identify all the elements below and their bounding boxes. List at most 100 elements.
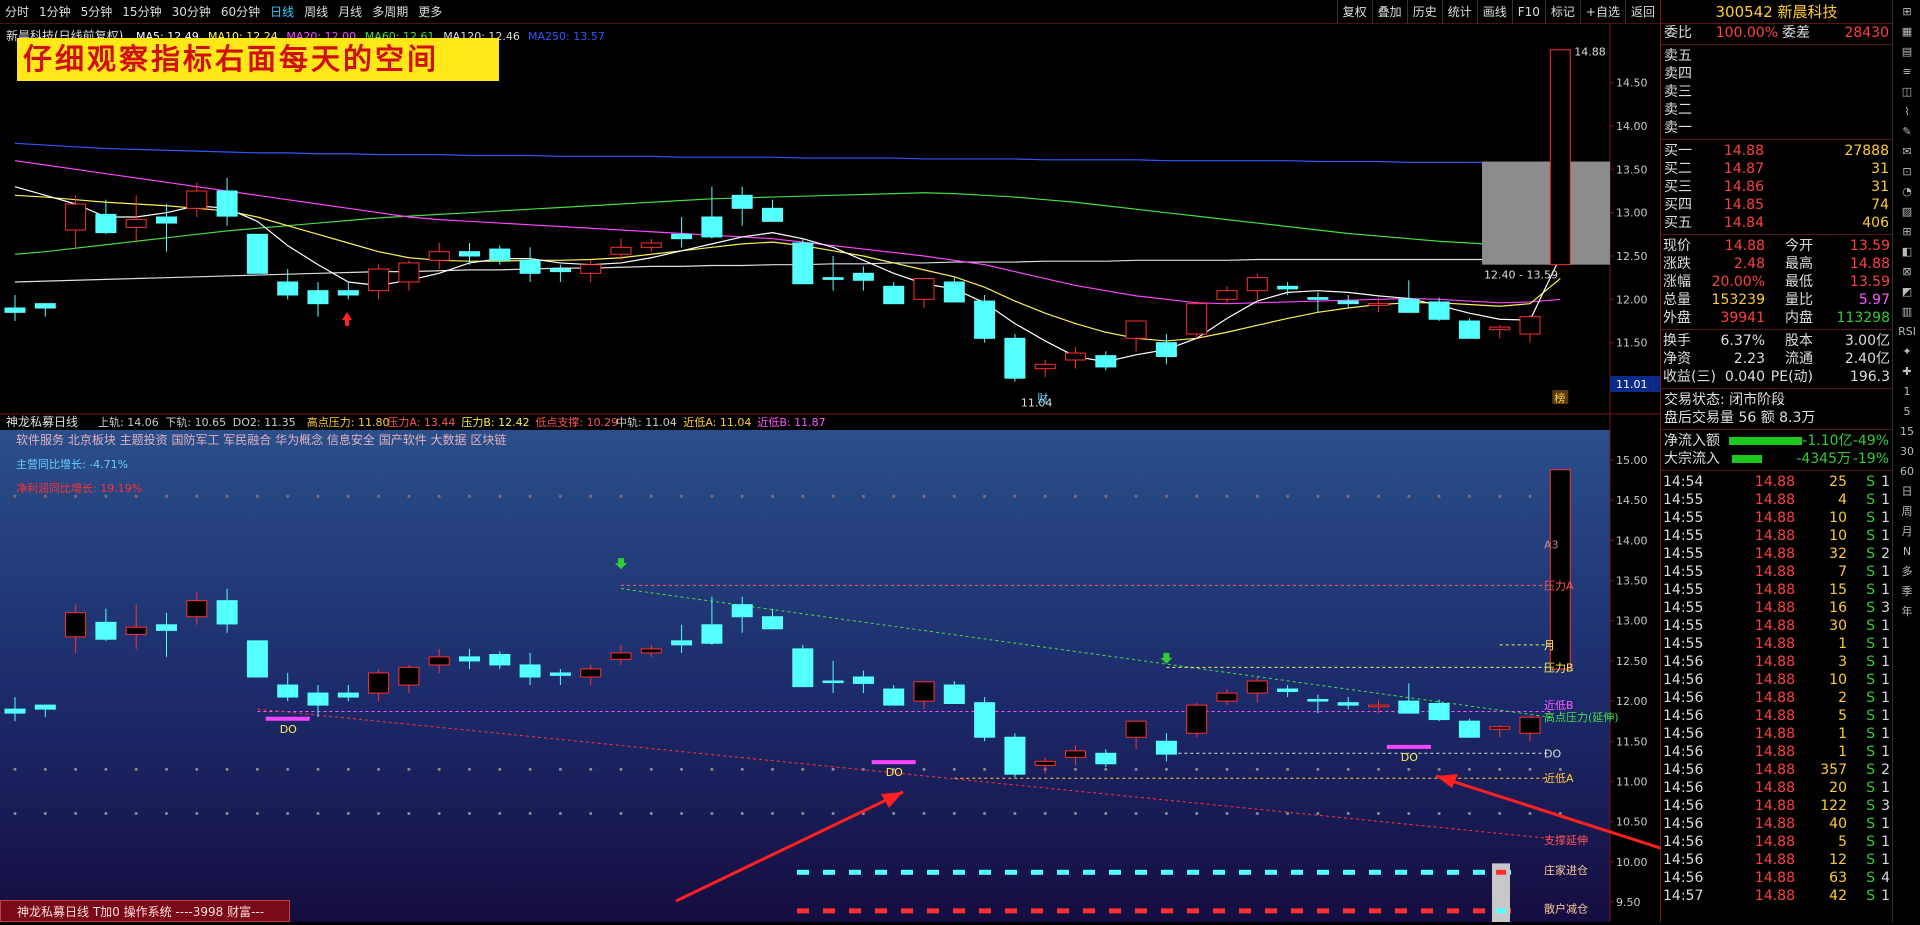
stats-row: 外盘 39941 内盘 113298 bbox=[1661, 309, 1892, 327]
flow-pct: -49% bbox=[1852, 433, 1889, 449]
tool-button-icon[interactable]: 年 bbox=[1895, 604, 1919, 620]
toolbar-button-6[interactable]: 标记 bbox=[1544, 0, 1580, 24]
buy-level-row[interactable]: 买三 14.86 31 bbox=[1661, 178, 1892, 196]
toolbar-button-2[interactable]: 历史 bbox=[1406, 0, 1442, 24]
tick-row: 14:55 14.88 32 S 2 bbox=[1661, 545, 1892, 563]
rail-dot bbox=[710, 812, 714, 816]
tab-period-7[interactable]: 周线 bbox=[299, 0, 333, 24]
after-hours: 盘后交易量 56 额 8.3万 bbox=[1661, 409, 1892, 427]
tool-button-icon[interactable]: ◔ bbox=[1895, 184, 1919, 200]
tool-button-icon[interactable]: 周 bbox=[1895, 504, 1919, 520]
rail-dot bbox=[1407, 494, 1411, 498]
tool-button-icon[interactable]: ▥ bbox=[1895, 304, 1919, 320]
kline-chart-svg[interactable]: 14.5014.0013.5013.0012.5012.0011.50新晨科技(… bbox=[0, 24, 1736, 925]
tool-button-icon[interactable]: 60 bbox=[1895, 464, 1919, 480]
tool-button-icon[interactable]: ⊠ bbox=[1895, 264, 1919, 280]
tool-button-icon[interactable]: ✎ bbox=[1895, 124, 1919, 140]
rail-dot bbox=[680, 494, 684, 498]
rail-dot bbox=[437, 812, 441, 816]
tab-period-0[interactable]: 分时 bbox=[0, 0, 34, 24]
financial-stats: 换手 6.37% 股本 3.00亿 净资 2.23 流通 2.40亿 收益(三) 0.040 PE(… bbox=[1661, 332, 1892, 386]
tab-period-8[interactable]: 月线 bbox=[333, 0, 367, 24]
tool-button-icon[interactable]: ✉ bbox=[1895, 144, 1919, 160]
buy-level-row[interactable]: 买四 14.85 74 bbox=[1661, 196, 1892, 214]
tick-cell: 1 bbox=[1838, 744, 1847, 760]
tick-cell: S bbox=[1866, 852, 1875, 868]
toolbar-button-8[interactable]: 返回 bbox=[1624, 0, 1660, 24]
tool-button-icon[interactable]: 季 bbox=[1895, 584, 1919, 600]
tab-period-6[interactable]: 日线 bbox=[265, 0, 299, 24]
tool-button-icon[interactable]: ⊡ bbox=[1895, 164, 1919, 180]
tick-row: 14:54 14.88 25 S 1 bbox=[1661, 473, 1892, 491]
tool-button-icon[interactable]: ▨ bbox=[1895, 204, 1919, 220]
rail-dot bbox=[771, 767, 774, 771]
tick-cell: 1 bbox=[1881, 780, 1890, 796]
tick-cell: 14:56 bbox=[1663, 762, 1704, 778]
tool-button-icon[interactable]: N bbox=[1895, 544, 1919, 560]
tab-period-2[interactable]: 5分钟 bbox=[76, 0, 118, 24]
tool-button-icon[interactable]: ◧ bbox=[1895, 244, 1919, 260]
retail-reduce-dash bbox=[927, 908, 939, 914]
tab-period-1[interactable]: 1分钟 bbox=[34, 0, 76, 24]
fin-label: 收益(三) bbox=[1663, 369, 1716, 385]
tab-period-5[interactable]: 60分钟 bbox=[216, 0, 265, 24]
tick-list[interactable]: 14:54 14.88 25 S 1 14:55 14.88 4 S 1 14:55 14.88 10 S… bbox=[1661, 473, 1892, 905]
tick-cell: 14:55 bbox=[1663, 636, 1704, 652]
tool-button-icon[interactable]: ≡ bbox=[1895, 64, 1919, 80]
tool-button-icon[interactable]: RSI bbox=[1895, 324, 1919, 340]
tick-cell: S bbox=[1866, 654, 1875, 670]
buy-level-row[interactable]: 买五 14.84 406 bbox=[1661, 214, 1892, 232]
fin-label: 净资 bbox=[1663, 351, 1691, 367]
sell-level-row: 卖五 bbox=[1661, 47, 1892, 65]
toolbar-button-1[interactable]: 叠加 bbox=[1371, 0, 1407, 24]
tool-button-icon[interactable]: ◫ bbox=[1895, 84, 1919, 100]
flow-row: 净流入额 -1.10亿 -49% bbox=[1661, 432, 1892, 450]
rail-dot bbox=[1074, 767, 1077, 771]
rail-dot bbox=[1074, 494, 1077, 498]
tick-cell: 14:56 bbox=[1663, 834, 1704, 850]
buy-level-row[interactable]: 买一 14.88 27888 bbox=[1661, 142, 1892, 160]
upper-candle-body bbox=[1155, 342, 1177, 358]
tool-button-icon[interactable]: ✦ bbox=[1895, 344, 1919, 360]
tool-button-icon[interactable]: 日 bbox=[1895, 484, 1919, 500]
stats-value: 153239 bbox=[1711, 292, 1765, 308]
tool-button-icon[interactable]: 月 bbox=[1895, 524, 1919, 540]
toolbar-button-7[interactable]: +自选 bbox=[1579, 0, 1625, 24]
rail-dot bbox=[1467, 812, 1471, 816]
dealer-entry-dash bbox=[1161, 869, 1173, 875]
lower-candle-body bbox=[1065, 750, 1086, 758]
tool-button-icon[interactable]: 多 bbox=[1895, 564, 1919, 580]
lower-pane-title: 神龙私募日线 bbox=[6, 415, 78, 429]
tool-button-icon[interactable]: 15 bbox=[1895, 424, 1919, 440]
buy-level-row[interactable]: 买二 14.87 31 bbox=[1661, 160, 1892, 178]
tab-period-4[interactable]: 30分钟 bbox=[167, 0, 216, 24]
tool-button-icon[interactable]: 30 bbox=[1895, 444, 1919, 460]
indicator-footer-tab[interactable]: 神龙私募日线 T加0 操作系统 ----3998 财富--- bbox=[0, 900, 290, 922]
toolbar-button-5[interactable]: F10 bbox=[1511, 0, 1545, 24]
tool-button-icon[interactable]: ▦ bbox=[1895, 24, 1919, 40]
tool-button-icon[interactable]: ⊞ bbox=[1895, 224, 1919, 240]
tool-button-icon[interactable]: 5 bbox=[1895, 404, 1919, 420]
toolbar-button-4[interactable]: 画线 bbox=[1476, 0, 1512, 24]
upper-candle-body bbox=[1458, 320, 1480, 339]
tool-button-icon[interactable]: 1 bbox=[1895, 384, 1919, 400]
stats-value-2: 113298 bbox=[1836, 310, 1890, 326]
upper-candle-body bbox=[246, 233, 268, 274]
lower-ytick-label: 11.50 bbox=[1616, 735, 1648, 748]
tab-period-10[interactable]: 更多 bbox=[413, 0, 447, 24]
retail-reduce-dash bbox=[1005, 908, 1017, 914]
toolbar-button-3[interactable]: 统计 bbox=[1441, 0, 1477, 24]
flow-bar bbox=[1729, 437, 1803, 445]
tab-period-9[interactable]: 多周期 bbox=[367, 0, 413, 24]
tool-button-icon[interactable]: ✚ bbox=[1895, 364, 1919, 380]
tool-button-icon[interactable]: ⊞ bbox=[1895, 4, 1919, 20]
tool-button-icon[interactable]: ⌇ bbox=[1895, 104, 1919, 120]
tool-button-icon[interactable]: ▤ bbox=[1895, 44, 1919, 60]
rail-dot bbox=[1043, 812, 1047, 816]
chart-area[interactable]: 14.50 14.00 13.50 13.00 12.50 12.00 11.50 新晨科技(… bbox=[0, 24, 1736, 925]
lower-candle-body bbox=[1489, 726, 1511, 730]
toolbar-button-0[interactable]: 复权 bbox=[1336, 0, 1372, 24]
tab-period-3[interactable]: 15分钟 bbox=[117, 0, 166, 24]
tool-button-icon[interactable]: ◩ bbox=[1895, 284, 1919, 300]
dealer-entry-dash bbox=[1343, 869, 1355, 875]
